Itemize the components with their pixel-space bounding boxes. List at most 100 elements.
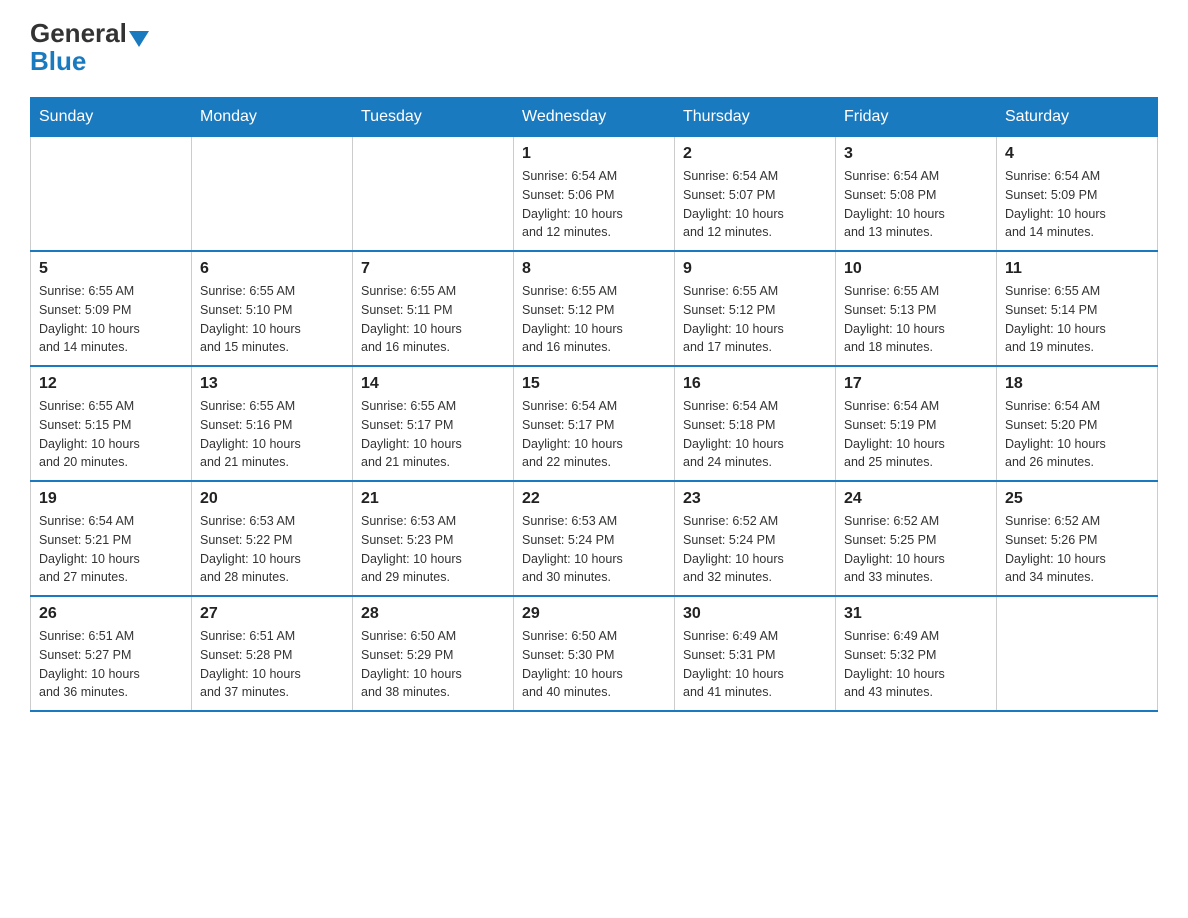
day-number: 23 [683,490,827,508]
calendar-cell: 8Sunrise: 6:55 AM Sunset: 5:12 PM Daylig… [514,251,675,366]
day-number: 4 [1005,145,1149,163]
day-info: Sunrise: 6:49 AM Sunset: 5:31 PM Dayligh… [683,627,827,702]
day-number: 29 [522,605,666,623]
calendar-week-row: 1Sunrise: 6:54 AM Sunset: 5:06 PM Daylig… [31,137,1158,252]
day-info: Sunrise: 6:55 AM Sunset: 5:11 PM Dayligh… [361,282,505,357]
calendar-cell [353,137,514,252]
day-info: Sunrise: 6:53 AM Sunset: 5:23 PM Dayligh… [361,512,505,587]
logo-blue-part: Blue [30,46,86,76]
calendar-cell: 23 Sunrise: 6:52 AM Sunset: 5:24 PM Dayli… [675,481,836,596]
day-number: 31 [844,605,988,623]
day-info: Sunrise: 6:54 AM Sunset: 5:21 PM Dayligh… [39,512,183,587]
day-number: 7 [361,260,505,278]
calendar-cell: 10Sunrise: 6:55 AM Sunset: 5:13 PM Dayli… [836,251,997,366]
day-info: Sunrise: 6:53 AM Sunset: 5:22 PM Dayligh… [200,512,344,587]
calendar-cell: 15 Sunrise: 6:54 AM Sunset: 5:17 PM Dayli… [514,366,675,481]
day-number: 3 [844,145,988,163]
calendar-cell: 19 Sunrise: 6:54 AM Sunset: 5:21 PM Dayli… [31,481,192,596]
calendar-header-row: SundayMondayTuesdayWednesdayThursdayFrid… [31,98,1158,137]
day-number: 16 [683,375,827,393]
calendar-cell: 5 Sunrise: 6:55 AM Sunset: 5:09 PM Daylig… [31,251,192,366]
day-number: 9 [683,260,827,278]
calendar-week-row: 26 Sunrise: 6:51 AM Sunset: 5:27 PM Dayli… [31,596,1158,711]
day-info: Sunrise: 6:55 AM Sunset: 5:09 PM Dayligh… [39,282,183,357]
day-info: Sunrise: 6:54 AM Sunset: 5:18 PM Dayligh… [683,397,827,472]
day-number: 2 [683,145,827,163]
day-info: Sunrise: 6:55 AM Sunset: 5:12 PM Dayligh… [683,282,827,357]
day-number: 6 [200,260,344,278]
day-info: Sunrise: 6:50 AM Sunset: 5:30 PM Dayligh… [522,627,666,702]
day-info: Sunrise: 6:55 AM Sunset: 5:16 PM Dayligh… [200,397,344,472]
header-sunday: Sunday [31,98,192,137]
day-info: Sunrise: 6:51 AM Sunset: 5:27 PM Dayligh… [39,627,183,702]
calendar-cell: 6Sunrise: 6:55 AM Sunset: 5:10 PM Daylig… [192,251,353,366]
calendar-cell: 7 Sunrise: 6:55 AM Sunset: 5:11 PM Daylig… [353,251,514,366]
day-number: 28 [361,605,505,623]
calendar-cell: 12Sunrise: 6:55 AM Sunset: 5:15 PM Dayli… [31,366,192,481]
calendar-cell: 3 Sunrise: 6:54 AM Sunset: 5:08 PM Daylig… [836,137,997,252]
day-number: 19 [39,490,183,508]
logo: General Blue [30,20,151,77]
calendar-cell: 26 Sunrise: 6:51 AM Sunset: 5:27 PM Dayli… [31,596,192,711]
logo-arrow-icon [129,31,149,47]
header-saturday: Saturday [997,98,1158,137]
day-info: Sunrise: 6:54 AM Sunset: 5:17 PM Dayligh… [522,397,666,472]
day-number: 22 [522,490,666,508]
logo-general-part: General [30,20,127,46]
header-thursday: Thursday [675,98,836,137]
calendar-cell: 25Sunrise: 6:52 AM Sunset: 5:26 PM Dayli… [997,481,1158,596]
day-number: 13 [200,375,344,393]
day-number: 26 [39,605,183,623]
day-number: 11 [1005,260,1149,278]
calendar-table: SundayMondayTuesdayWednesdayThursdayFrid… [30,97,1158,712]
calendar-cell [192,137,353,252]
calendar-cell: 17 Sunrise: 6:54 AM Sunset: 5:19 PM Dayli… [836,366,997,481]
calendar-cell: 1Sunrise: 6:54 AM Sunset: 5:06 PM Daylig… [514,137,675,252]
header-friday: Friday [836,98,997,137]
calendar-cell: 4 Sunrise: 6:54 AM Sunset: 5:09 PM Daylig… [997,137,1158,252]
calendar-cell: 28 Sunrise: 6:50 AM Sunset: 5:29 PM Dayli… [353,596,514,711]
day-number: 12 [39,375,183,393]
day-number: 5 [39,260,183,278]
calendar-cell: 14Sunrise: 6:55 AM Sunset: 5:17 PM Dayli… [353,366,514,481]
day-info: Sunrise: 6:51 AM Sunset: 5:28 PM Dayligh… [200,627,344,702]
day-number: 27 [200,605,344,623]
calendar-week-row: 12Sunrise: 6:55 AM Sunset: 5:15 PM Dayli… [31,366,1158,481]
calendar-cell: 27 Sunrise: 6:51 AM Sunset: 5:28 PM Dayli… [192,596,353,711]
day-info: Sunrise: 6:54 AM Sunset: 5:08 PM Dayligh… [844,167,988,242]
day-info: Sunrise: 6:54 AM Sunset: 5:07 PM Dayligh… [683,167,827,242]
day-number: 15 [522,375,666,393]
calendar-cell: 18 Sunrise: 6:54 AM Sunset: 5:20 PM Dayli… [997,366,1158,481]
day-number: 21 [361,490,505,508]
day-info: Sunrise: 6:54 AM Sunset: 5:20 PM Dayligh… [1005,397,1149,472]
calendar-cell: 31Sunrise: 6:49 AM Sunset: 5:32 PM Dayli… [836,596,997,711]
day-info: Sunrise: 6:53 AM Sunset: 5:24 PM Dayligh… [522,512,666,587]
day-info: Sunrise: 6:55 AM Sunset: 5:17 PM Dayligh… [361,397,505,472]
calendar-cell: 2 Sunrise: 6:54 AM Sunset: 5:07 PM Daylig… [675,137,836,252]
day-info: Sunrise: 6:55 AM Sunset: 5:14 PM Dayligh… [1005,282,1149,357]
day-number: 17 [844,375,988,393]
calendar-cell: 22 Sunrise: 6:53 AM Sunset: 5:24 PM Dayli… [514,481,675,596]
header-wednesday: Wednesday [514,98,675,137]
day-number: 20 [200,490,344,508]
day-number: 25 [1005,490,1149,508]
day-info: Sunrise: 6:54 AM Sunset: 5:06 PM Dayligh… [522,167,666,242]
calendar-cell: 9 Sunrise: 6:55 AM Sunset: 5:12 PM Daylig… [675,251,836,366]
day-info: Sunrise: 6:55 AM Sunset: 5:12 PM Dayligh… [522,282,666,357]
calendar-week-row: 5 Sunrise: 6:55 AM Sunset: 5:09 PM Daylig… [31,251,1158,366]
calendar-cell: 30Sunrise: 6:49 AM Sunset: 5:31 PM Dayli… [675,596,836,711]
day-info: Sunrise: 6:52 AM Sunset: 5:24 PM Dayligh… [683,512,827,587]
page-header: General Blue [30,20,1158,77]
day-info: Sunrise: 6:55 AM Sunset: 5:13 PM Dayligh… [844,282,988,357]
day-info: Sunrise: 6:50 AM Sunset: 5:29 PM Dayligh… [361,627,505,702]
calendar-cell: 13 Sunrise: 6:55 AM Sunset: 5:16 PM Dayli… [192,366,353,481]
day-info: Sunrise: 6:54 AM Sunset: 5:09 PM Dayligh… [1005,167,1149,242]
calendar-cell: 16 Sunrise: 6:54 AM Sunset: 5:18 PM Dayli… [675,366,836,481]
header-tuesday: Tuesday [353,98,514,137]
calendar-cell: 11 Sunrise: 6:55 AM Sunset: 5:14 PM Dayli… [997,251,1158,366]
calendar-week-row: 19 Sunrise: 6:54 AM Sunset: 5:21 PM Dayli… [31,481,1158,596]
header-monday: Monday [192,98,353,137]
calendar-cell: 29 Sunrise: 6:50 AM Sunset: 5:30 PM Dayli… [514,596,675,711]
day-info: Sunrise: 6:54 AM Sunset: 5:19 PM Dayligh… [844,397,988,472]
day-number: 18 [1005,375,1149,393]
